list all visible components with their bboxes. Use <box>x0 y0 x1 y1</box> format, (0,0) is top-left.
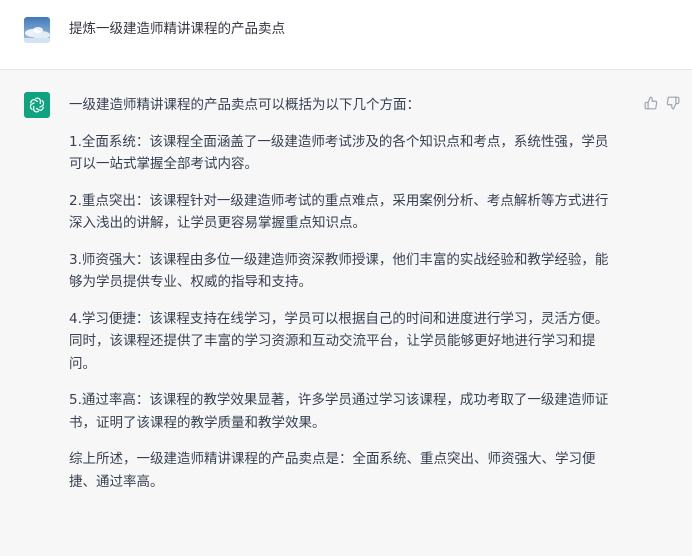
feedback-buttons <box>644 96 680 110</box>
thumbs-up-icon <box>644 96 658 110</box>
response-paragraph: 1.全面系统：该课程全面涵盖了一级建造师考试涉及的各个知识点和考点，系统性强，学… <box>69 133 609 173</box>
assistant-message-row: 一级建造师精讲课程的产品卖点可以概括为以下几个方面： 1.全面系统：该课程全面涵… <box>0 70 692 556</box>
openai-logo-icon <box>24 92 50 118</box>
chat-page: 提炼一级建造师精讲课程的产品卖点 一级建造师精讲课程的产品卖点可以概括为以下几个… <box>0 0 692 556</box>
thumbs-down-button[interactable] <box>666 96 680 110</box>
user-avatar <box>24 17 50 43</box>
user-message-text: 提炼一级建造师精讲课程的产品卖点 <box>69 21 285 37</box>
assistant-message-content: 一级建造师精讲课程的产品卖点可以概括为以下几个方面： 1.全面系统：该课程全面涵… <box>69 94 634 507</box>
response-paragraph: 一级建造师精讲课程的产品卖点可以概括为以下几个方面： <box>69 97 420 113</box>
response-paragraph: 2.重点突出：该课程针对一级建造师考试的重点难点，采用案例分析、考点解析等方式进… <box>69 192 609 232</box>
response-paragraph: 3.师资强大：该课程由多位一级建造师资深教师授课，他们丰富的实战经验和教学经验，… <box>69 251 609 291</box>
thumbs-down-icon <box>666 96 680 110</box>
thumbs-up-button[interactable] <box>644 96 658 110</box>
response-paragraph: 综上所述，一级建造师精讲课程的产品卖点是：全面系统、重点突出、师资强大、学习便 … <box>69 451 596 490</box>
response-paragraph: 5.通过率高：该课程的教学效果显著，许多学员通过学习该课程，成功考取了一级建造师… <box>69 392 609 431</box>
response-paragraph: 4.学习便捷：该课程支持在线学习，学员可以根据自己的时间和进度进行学习，灵活方便… <box>69 310 609 372</box>
user-message-row: 提炼一级建造师精讲课程的产品卖点 <box>0 0 692 70</box>
